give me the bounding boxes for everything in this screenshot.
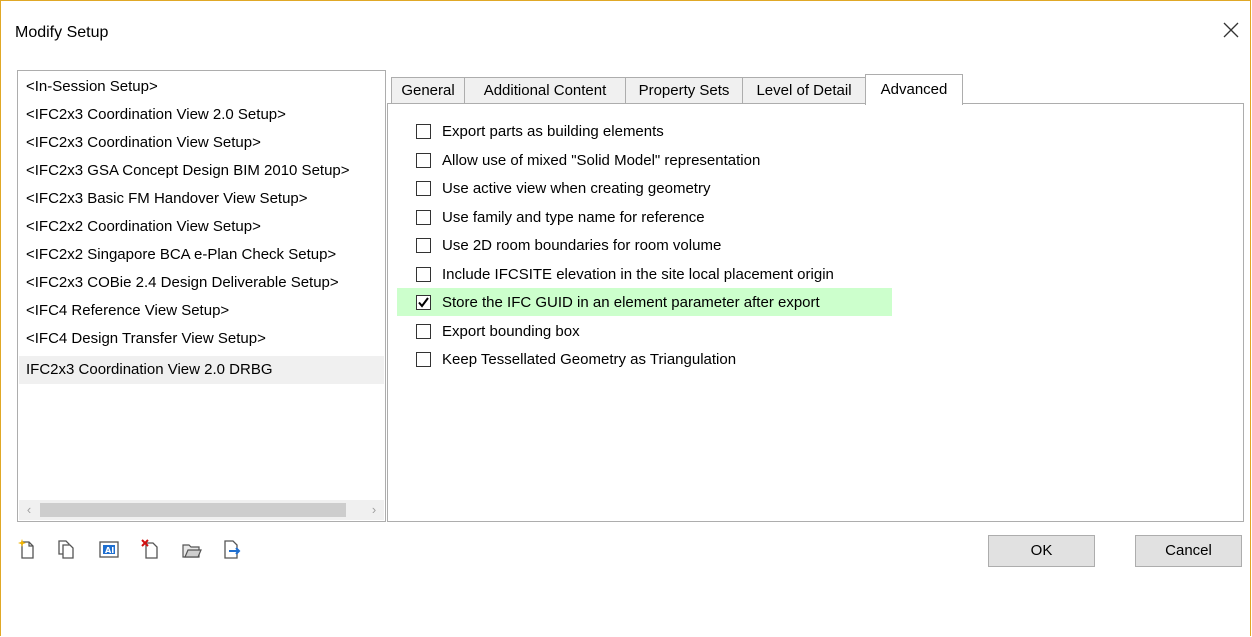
checkbox[interactable]: [416, 266, 431, 282]
option-store-ifc-guid[interactable]: Store the IFC GUID in an element paramet…: [397, 288, 892, 316]
setup-item[interactable]: <IFC2x3 COBie 2.4 Design Deliverable Set…: [19, 269, 384, 297]
setup-list[interactable]: <In-Session Setup> <IFC2x3 Coordination …: [17, 70, 386, 522]
option-label: Include IFCSITE elevation in the site lo…: [442, 265, 834, 283]
option-family-type-name[interactable]: Use family and type name for reference: [416, 204, 705, 230]
checkbox[interactable]: [416, 351, 431, 367]
checkbox[interactable]: [416, 180, 431, 196]
option-label: Export bounding box: [442, 322, 580, 340]
option-label: Allow use of mixed "Solid Model" represe…: [442, 151, 761, 169]
scroll-right-icon[interactable]: ›: [367, 502, 381, 518]
modify-setup-dialog: Modify Setup <In-Session Setup> <IFC2x3 …: [0, 0, 1251, 636]
horizontal-scrollbar[interactable]: ‹ ›: [19, 500, 384, 520]
setup-item[interactable]: <IFC2x3 Basic FM Handover View Setup>: [19, 185, 384, 213]
setup-item-selected[interactable]: IFC2x3 Coordination View 2.0 DRBG: [19, 356, 384, 384]
option-2d-room-boundaries[interactable]: Use 2D room boundaries for room volume: [416, 232, 721, 258]
checkbox[interactable]: [416, 152, 431, 168]
option-export-bounding-box[interactable]: Export bounding box: [416, 318, 580, 344]
setup-item[interactable]: <IFC2x2 Singapore BCA e-Plan Check Setup…: [19, 241, 384, 269]
option-label: Export parts as building elements: [442, 122, 664, 140]
option-label: Store the IFC GUID in an element paramet…: [442, 293, 820, 311]
cancel-button[interactable]: Cancel: [1135, 535, 1242, 567]
scrollbar-thumb[interactable]: [40, 503, 346, 517]
checkbox[interactable]: [416, 237, 431, 253]
setup-item[interactable]: <In-Session Setup>: [19, 73, 384, 101]
advanced-tab-panel: Export parts as building elements Allow …: [387, 103, 1244, 522]
option-tessellated-triangulation[interactable]: Keep Tessellated Geometry as Triangulati…: [416, 346, 736, 372]
tab-level-of-detail[interactable]: Level of Detail: [742, 77, 866, 103]
tab-advanced[interactable]: Advanced: [865, 74, 963, 105]
new-setup-icon[interactable]: [17, 538, 37, 560]
setup-item[interactable]: <IFC2x2 Coordination View Setup>: [19, 213, 384, 241]
tab-property-sets[interactable]: Property Sets: [625, 77, 743, 103]
svg-text:AI: AI: [105, 546, 114, 555]
setup-item[interactable]: <IFC2x3 Coordination View 2.0 Setup>: [19, 101, 384, 129]
ok-button[interactable]: OK: [988, 535, 1095, 567]
option-label: Use active view when creating geometry: [442, 179, 711, 197]
duplicate-setup-icon[interactable]: [56, 538, 76, 560]
checkbox-checked[interactable]: [416, 294, 431, 310]
delete-setup-icon[interactable]: [140, 538, 160, 560]
close-icon[interactable]: [1220, 19, 1242, 41]
checkmark-icon: [418, 296, 429, 308]
import-setup-icon[interactable]: [182, 538, 202, 560]
checkbox[interactable]: [416, 123, 431, 139]
setup-item[interactable]: <IFC4 Design Transfer View Setup>: [19, 325, 384, 353]
tab-general[interactable]: General: [391, 77, 465, 103]
setup-item[interactable]: <IFC2x3 Coordination View Setup>: [19, 129, 384, 157]
option-active-view-geometry[interactable]: Use active view when creating geometry: [416, 175, 710, 201]
checkbox[interactable]: [416, 209, 431, 225]
scroll-left-icon[interactable]: ‹: [22, 502, 36, 518]
dialog-title: Modify Setup: [15, 24, 109, 41]
setup-item[interactable]: <IFC2x3 GSA Concept Design BIM 2010 Setu…: [19, 157, 384, 185]
option-label: Use family and type name for reference: [442, 208, 705, 226]
option-label: Keep Tessellated Geometry as Triangulati…: [442, 350, 737, 368]
option-export-parts[interactable]: Export parts as building elements: [416, 118, 664, 144]
option-label: Use 2D room boundaries for room volume: [442, 236, 722, 254]
option-ifcsite-elevation[interactable]: Include IFCSITE elevation in the site lo…: [416, 261, 834, 287]
checkbox[interactable]: [416, 323, 431, 339]
rename-setup-icon[interactable]: AI: [99, 538, 119, 560]
setup-item[interactable]: <IFC4 Reference View Setup>: [19, 297, 384, 325]
tab-additional-content[interactable]: Additional Content: [464, 77, 626, 103]
export-setup-icon[interactable]: [222, 538, 242, 560]
option-mixed-solid-model[interactable]: Allow use of mixed "Solid Model" represe…: [416, 147, 760, 173]
